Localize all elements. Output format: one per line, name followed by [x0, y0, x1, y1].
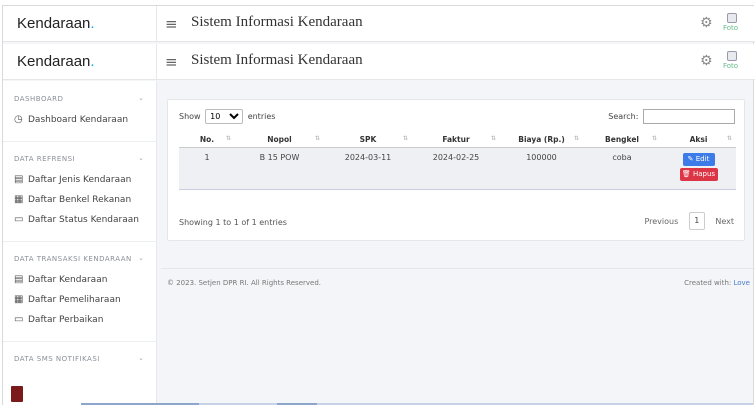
entries-select[interactable]: 10: [205, 109, 244, 124]
table-info: Showing 1 to 1 of 1 entries: [179, 218, 287, 227]
table-row: 1 B 15 POW 2024-03-11 2024-02-25 100000 …: [179, 147, 736, 190]
column-header-spk[interactable]: SPK ⇅: [324, 133, 412, 148]
brand-logo[interactable]: Kendaraan.: [3, 6, 157, 42]
cell-spk: 2024-03-11: [324, 147, 412, 190]
delete-button[interactable]: 🗑 Hapus: [679, 167, 718, 181]
column-header-aksi[interactable]: Aksi ⇅: [661, 133, 736, 148]
column-header-faktur[interactable]: Faktur ⇅: [412, 133, 500, 148]
menu-icon[interactable]: ≡: [165, 15, 178, 33]
brand-logo[interactable]: Kendaraan.: [3, 44, 157, 80]
gear-icon[interactable]: ⚙: [700, 53, 713, 69]
sidebar-section-data-sms[interactable]: DATA SMS NOTIFIKASI: [14, 355, 100, 363]
avatar[interactable]: Foto: [721, 13, 743, 35]
cell-faktur: 2024-02-25: [412, 147, 500, 190]
page-button-1[interactable]: 1: [688, 212, 705, 230]
data-table-card: Show 10 entries Search: No. ⇅ Nopol ⇅ SPK ⇅…: [167, 99, 745, 241]
app-window: Kendaraan. ≡ Sistem Informasi Kendaraan …: [2, 5, 755, 405]
column-header-bengkel[interactable]: Bengkel ⇅: [583, 133, 661, 148]
kendaraan-table: No. ⇅ Nopol ⇅ SPK ⇅ Faktur ⇅ Biaya (Rp.) ⇅ Be…: [179, 133, 736, 190]
cell-aksi: ✎ Edit 🗑 Hapus: [661, 147, 736, 190]
footer-copyright: © 2023. Setjen DPR RI. All Rights Reserv…: [167, 279, 321, 287]
app-title: Sistem Informasi Kendaraan: [191, 52, 363, 68]
previous-button[interactable]: Previous: [644, 217, 678, 226]
calendar-icon: ▦: [14, 294, 24, 305]
top-header-primary: Kendaraan. ≡ Sistem Informasi Kendaraan …: [3, 6, 755, 42]
show-entries-control: Show 10 entries: [179, 109, 275, 124]
sidebar-item-dashboard-kendaraan[interactable]: ◷ Dashboard Kendaraan: [14, 114, 128, 125]
book-icon: ▤: [14, 274, 24, 285]
calendar-icon: ▦: [14, 194, 24, 205]
column-header-no[interactable]: No. ⇅: [179, 133, 235, 148]
cell-no: 1: [179, 147, 235, 190]
sidebar-item-daftar-status-kendaraan[interactable]: ▭ Daftar Status Kendaraan: [14, 214, 139, 225]
sidebar-item-daftar-kendaraan[interactable]: ▤ Daftar Kendaraan: [14, 274, 107, 285]
book-icon: ▤: [14, 174, 24, 185]
cell-biaya: 100000: [500, 147, 583, 190]
column-header-biaya[interactable]: Biaya (Rp.) ⇅: [500, 133, 583, 148]
chevron-down-icon[interactable]: ⌄: [138, 154, 144, 162]
sidebar-item-daftar-jenis-kendaraan[interactable]: ▤ Daftar Jenis Kendaraan: [14, 174, 131, 185]
gear-icon[interactable]: ⚙: [700, 15, 713, 31]
sidebar-item-daftar-pemeliharaan[interactable]: ▦ Daftar Pemeliharaan: [14, 294, 121, 305]
next-button[interactable]: Next: [715, 217, 734, 226]
cell-nopol: B 15 POW: [235, 147, 324, 190]
chevron-down-icon[interactable]: ⌄: [138, 354, 144, 362]
search-control: Search:: [608, 109, 735, 124]
footer-credit: Created with: Love: [684, 279, 750, 287]
sidebar-section-data-refrensi[interactable]: DATA REFRENSI: [14, 155, 75, 163]
sidebar-section-data-transaksi[interactable]: DATA TRANSAKSI KENDARAAN: [14, 255, 132, 263]
column-header-nopol[interactable]: Nopol ⇅: [235, 133, 324, 148]
sidebar: DASHBOARD ⌄ ◷ Dashboard Kendaraan DATA RE…: [3, 81, 157, 405]
search-input[interactable]: [643, 109, 735, 124]
love-link[interactable]: Love: [733, 279, 750, 287]
institution-logo: [11, 386, 23, 402]
monitor-icon: ▭: [14, 214, 24, 225]
chevron-down-icon[interactable]: ⌄: [138, 254, 144, 262]
cell-bengkel: coba: [583, 147, 661, 190]
app-title: Sistem Informasi Kendaraan: [191, 14, 363, 30]
pagination: Previous 1 Next: [644, 212, 734, 230]
sidebar-item-daftar-perbaikan[interactable]: ▭ Daftar Perbaikan: [14, 314, 103, 325]
clock-icon: ◷: [14, 114, 23, 125]
top-header-secondary: Kendaraan. ≡ Sistem Informasi Kendaraan …: [3, 44, 755, 80]
menu-icon[interactable]: ≡: [165, 53, 178, 71]
monitor-icon: ▭: [14, 314, 24, 325]
avatar[interactable]: Foto: [721, 51, 743, 73]
chevron-down-icon[interactable]: ⌄: [138, 94, 144, 102]
sidebar-section-dashboard[interactable]: DASHBOARD: [14, 95, 63, 103]
sidebar-item-daftar-benkel-rekanan[interactable]: ▦ Daftar Benkel Rekanan: [14, 194, 131, 205]
edit-button[interactable]: ✎ Edit: [682, 152, 715, 166]
